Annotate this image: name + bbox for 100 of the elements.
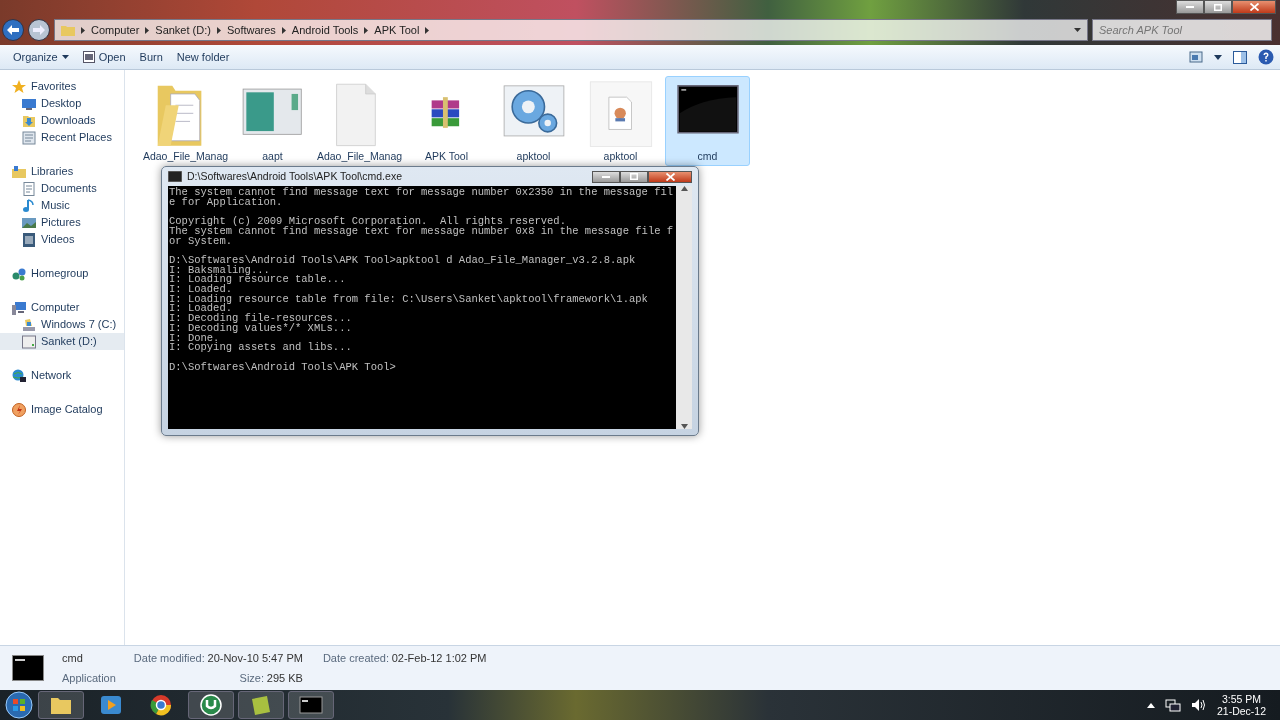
sidebar-item[interactable]: Videos bbox=[0, 231, 124, 248]
console-line: or System. bbox=[169, 236, 233, 247]
toolbar-button[interactable]: Burn bbox=[132, 46, 170, 68]
address-bar[interactable]: Computer Sanket (D:) Softwares Android Tools APK Tool bbox=[54, 19, 1088, 41]
clock[interactable]: 3:55 PM 21-Dec-12 bbox=[1216, 693, 1266, 717]
close-icon bbox=[665, 172, 675, 181]
scroll-up-icon[interactable] bbox=[680, 186, 688, 191]
sidebar-item[interactable]: Sanket (D:) bbox=[0, 333, 124, 350]
sidebar-item[interactable]: Recent Places bbox=[0, 129, 124, 146]
minimize-icon bbox=[602, 175, 610, 178]
console-line: The system cannot find message text for message number 0x8 in the message file f bbox=[169, 226, 675, 237]
sidebar-item[interactable]: Favorites bbox=[0, 78, 124, 95]
file-item[interactable]: Adao_File_Manag bbox=[143, 76, 228, 166]
sidebar-item[interactable]: Pictures bbox=[0, 214, 124, 231]
sidebar-item[interactable]: Network bbox=[0, 367, 124, 384]
sidebar-item[interactable]: Windows 7 (C:) bbox=[0, 316, 124, 333]
field-label: Size: bbox=[239, 670, 265, 686]
scroll-down-icon[interactable] bbox=[680, 424, 688, 429]
breadcrumb-item[interactable]: APK Tool bbox=[374, 21, 420, 39]
sidebar-item[interactable]: Documents bbox=[0, 180, 124, 197]
toolbar-button[interactable]: New folder bbox=[169, 46, 237, 68]
console-line: I: Decoding values*/* XMLs... bbox=[169, 323, 353, 334]
console-line: Copyright (c) 2009 Microsoft Corporation. All rights reserved. bbox=[169, 217, 566, 227]
console-icon bbox=[299, 694, 323, 716]
console-line: I: Loading resource table from file: C:\Users\Sanket\apktool\framework\1.apk bbox=[169, 294, 649, 305]
help-icon[interactable] bbox=[1258, 49, 1274, 65]
file-item[interactable]: apktool bbox=[491, 76, 576, 166]
preview-pane-icon[interactable] bbox=[1233, 50, 1247, 64]
console-line: I: Decoding file-resources... bbox=[169, 314, 353, 324]
field-label: Date created: bbox=[322, 651, 389, 666]
field-value: 20-Nov-10 5:47 PM bbox=[207, 651, 303, 666]
u-logo-icon bbox=[199, 694, 223, 716]
chevron-icon bbox=[145, 26, 150, 34]
caret-icon[interactable] bbox=[1214, 54, 1222, 60]
volume-icon[interactable] bbox=[1190, 698, 1207, 712]
document-icon bbox=[22, 181, 36, 196]
maximize-button[interactable] bbox=[620, 170, 648, 183]
taskbar-button[interactable] bbox=[188, 691, 234, 719]
chevron-icon bbox=[81, 26, 85, 34]
document-icon bbox=[22, 130, 36, 145]
film-icon bbox=[22, 232, 36, 247]
globe-icon bbox=[12, 368, 26, 383]
console-line: D:\Softwares\Android Tools\APK Tool>apktool d Adao_File_Manager_v3.2.8.apk bbox=[169, 255, 637, 266]
search-field[interactable]: Search APK Tool bbox=[1092, 19, 1272, 41]
file-type: Application bbox=[62, 670, 116, 686]
minimize-button[interactable] bbox=[1176, 0, 1204, 14]
folder-icon bbox=[12, 164, 26, 179]
chevron-icon bbox=[425, 26, 430, 34]
breadcrumb-item[interactable]: Android Tools bbox=[291, 21, 359, 39]
scrollbar[interactable] bbox=[676, 186, 692, 429]
sidebar-item[interactable]: Image Catalog bbox=[0, 401, 124, 418]
close-button[interactable] bbox=[648, 170, 692, 183]
file-item[interactable]: Adao_File_Manag bbox=[317, 76, 402, 166]
start-orb-icon[interactable] bbox=[4, 691, 34, 719]
console-line: I: Baksmaling... bbox=[169, 265, 271, 276]
toolbar-button[interactable]: Open bbox=[75, 46, 133, 68]
console-icon bbox=[12, 655, 44, 681]
picture-icon bbox=[22, 215, 36, 230]
up-arrow-icon[interactable] bbox=[1146, 702, 1155, 708]
field-value: 295 KB bbox=[266, 670, 303, 686]
network-icon[interactable] bbox=[1164, 698, 1181, 712]
sidebar-item[interactable]: Music bbox=[0, 197, 124, 214]
breadcrumb-item[interactable]: Computer bbox=[91, 21, 140, 39]
forward-button[interactable] bbox=[28, 19, 50, 41]
back-button[interactable] bbox=[2, 19, 24, 41]
chevron-icon bbox=[216, 26, 221, 34]
sidebar-item[interactable]: Homegroup bbox=[0, 265, 124, 282]
folder-icon bbox=[61, 24, 75, 36]
breadcrumb-item[interactable]: Sanket (D:) bbox=[155, 21, 211, 39]
round-logo-icon bbox=[149, 694, 173, 716]
file-name: cmd bbox=[62, 651, 84, 666]
sidebar-item[interactable]: Desktop bbox=[0, 95, 124, 112]
window-title: D:\Softwares\Android Tools\APK Tool\cmd.exe bbox=[187, 168, 402, 184]
chevron-icon bbox=[281, 26, 286, 34]
drive-icon bbox=[22, 317, 36, 332]
sidebar-item[interactable]: Computer bbox=[0, 299, 124, 316]
minimize-button[interactable] bbox=[592, 170, 620, 183]
console-line: I: Loading resource table... bbox=[169, 275, 347, 285]
dropdown-caret-icon bbox=[1074, 28, 1081, 32]
drive-icon bbox=[22, 334, 36, 349]
console-line: e for Application. bbox=[169, 197, 284, 208]
field-label: Date modified: bbox=[133, 651, 205, 666]
file-item[interactable]: APK Tool bbox=[404, 76, 489, 166]
file-item[interactable]: apktool bbox=[578, 76, 663, 166]
close-button[interactable] bbox=[1232, 0, 1276, 14]
view-icon[interactable] bbox=[1189, 51, 1203, 63]
file-item[interactable]: cmd bbox=[665, 76, 750, 166]
console-line: D:\Softwares\Android Tools\APK Tool> bbox=[169, 362, 397, 373]
sidebar-item[interactable]: Libraries bbox=[0, 163, 124, 180]
breadcrumb-item[interactable]: Softwares bbox=[226, 21, 276, 39]
play-icon bbox=[99, 694, 123, 716]
monitor-icon bbox=[22, 96, 36, 111]
taskbar-button[interactable] bbox=[38, 691, 84, 719]
back-arrow-icon bbox=[7, 25, 19, 35]
file-item[interactable]: aapt bbox=[230, 76, 315, 166]
maximize-button[interactable] bbox=[1204, 0, 1232, 14]
toolbar-button[interactable]: Organize bbox=[6, 46, 76, 68]
sidebar-item[interactable]: Downloads bbox=[0, 112, 124, 129]
console-line: I: Copying assets and libs... bbox=[169, 343, 353, 353]
console-line: I: Loaded. bbox=[169, 285, 233, 295]
